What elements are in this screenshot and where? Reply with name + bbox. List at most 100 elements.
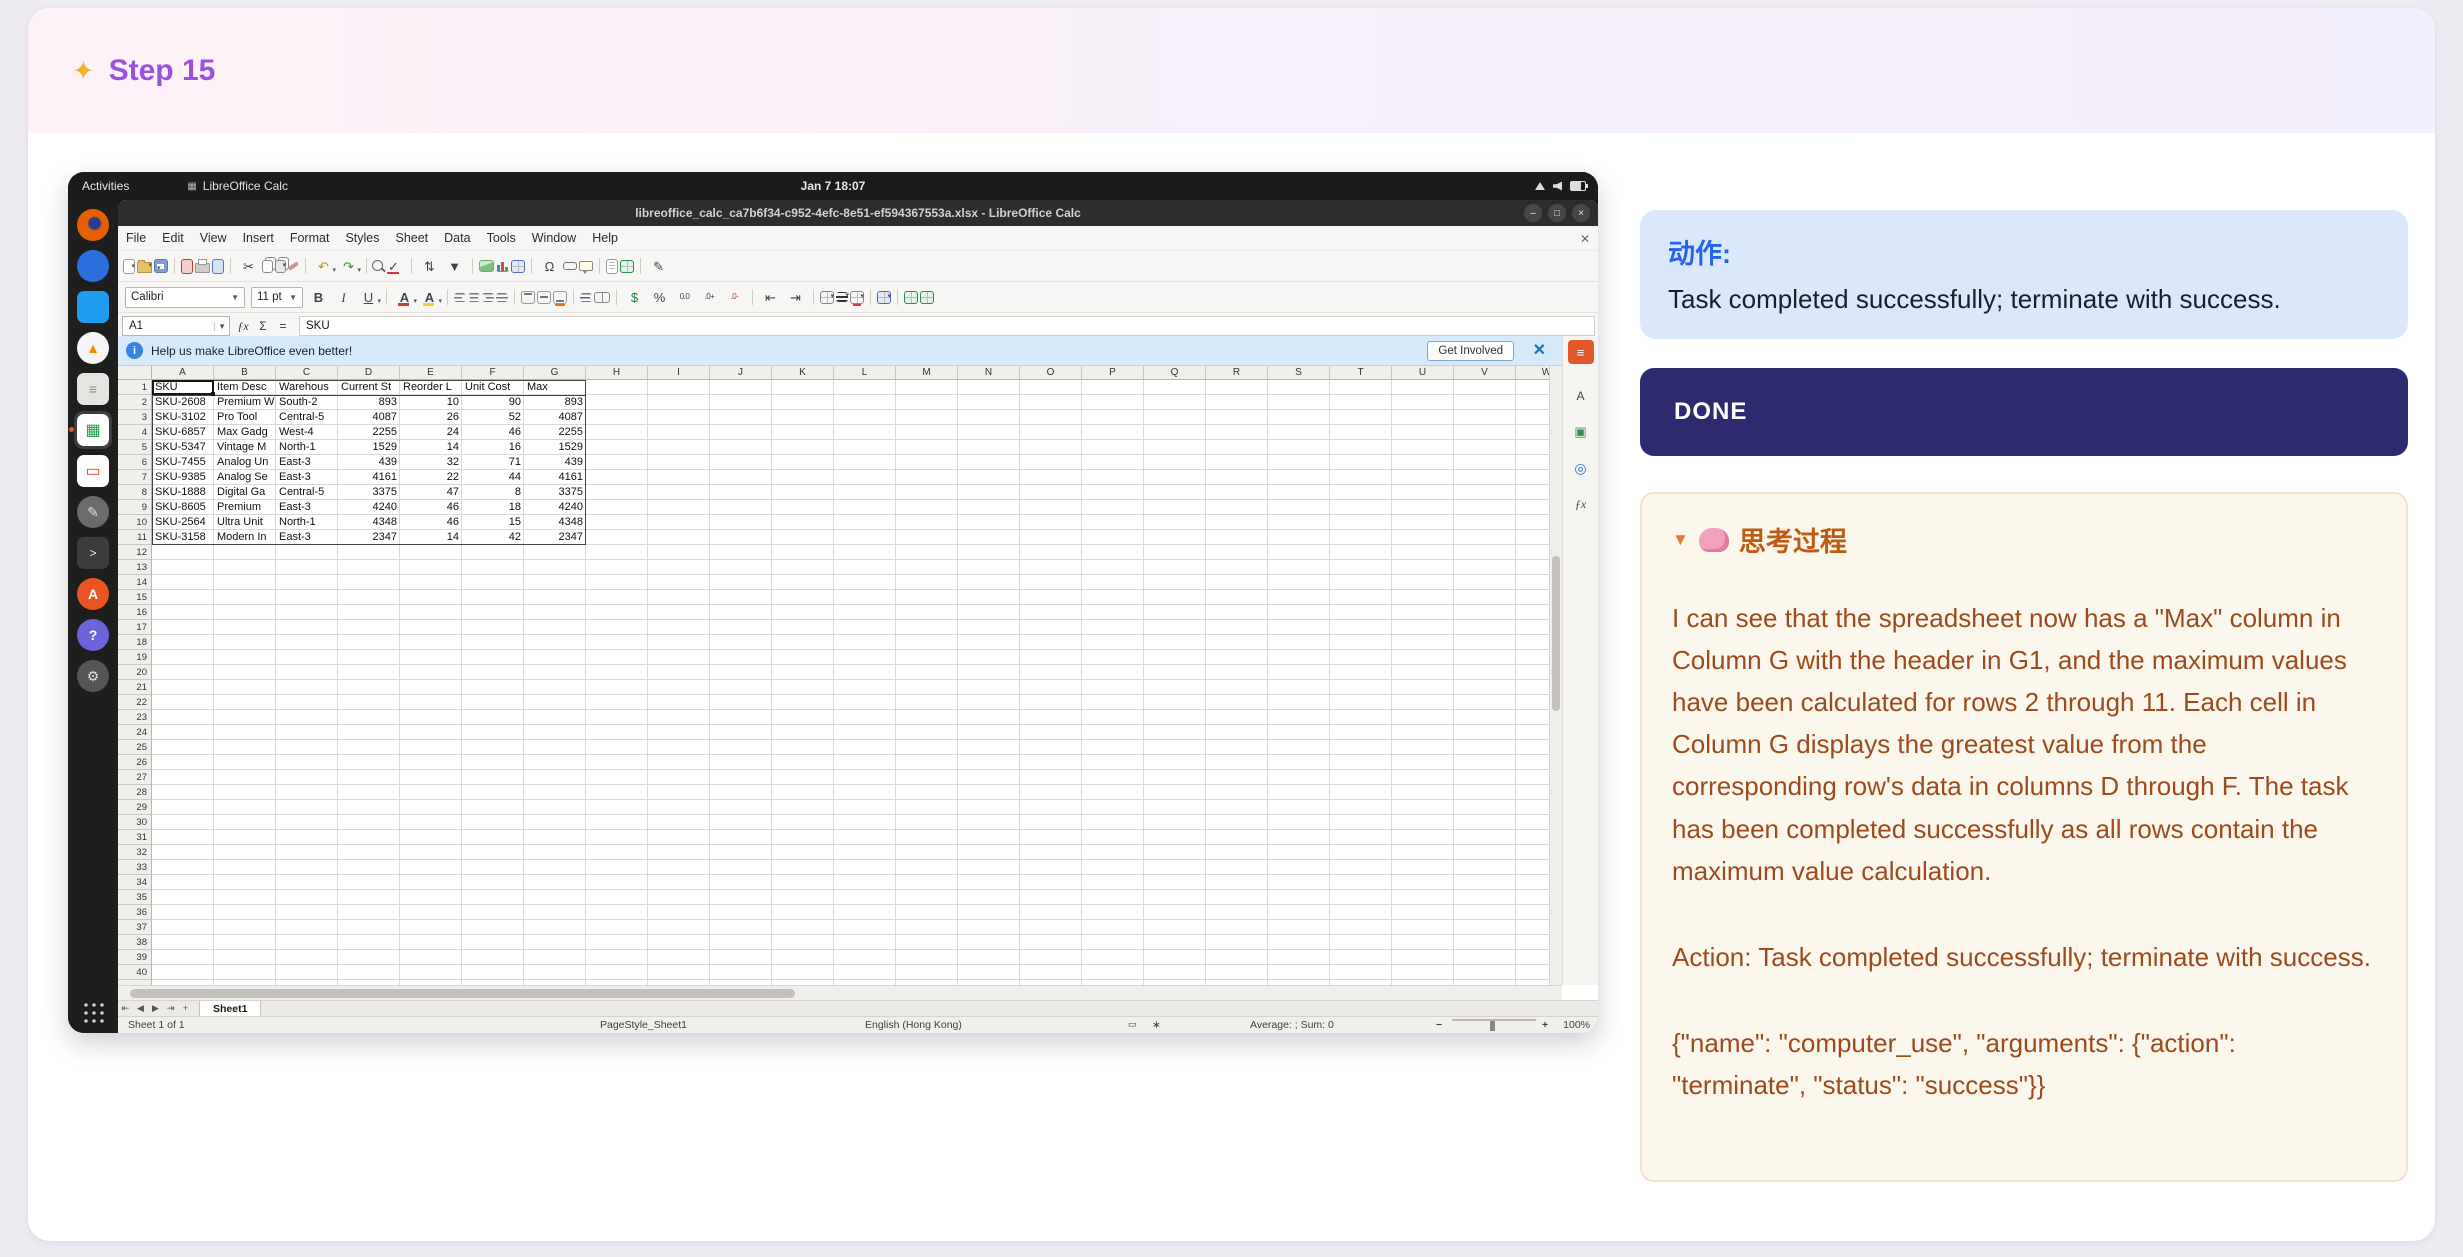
selection-mode-icon[interactable]: ▭: [1128, 1019, 1137, 1030]
wrap-text-icon[interactable]: [580, 293, 592, 302]
hyperlink-icon[interactable]: [563, 262, 577, 270]
vertical-scrollbar-thumb[interactable]: [1552, 556, 1560, 711]
column-header[interactable]: B: [214, 366, 276, 379]
column-header[interactable]: N: [958, 366, 1020, 379]
sheet-nav-icon[interactable]: ⇤: [118, 1003, 133, 1014]
row-header[interactable]: 21: [118, 680, 151, 695]
paste-icon[interactable]: [275, 260, 286, 273]
cell-unit-cost[interactable]: 18: [462, 500, 524, 515]
cell-reorder-level[interactable]: 24: [400, 425, 462, 440]
row-header[interactable]: 34: [118, 875, 151, 890]
settings-icon[interactable]: ⚙: [74, 657, 112, 695]
header-cell[interactable]: Reorder L: [400, 380, 462, 395]
cell-max[interactable]: 893: [524, 395, 586, 410]
vlc-icon[interactable]: ▲: [74, 329, 112, 367]
borders-icon[interactable]: [820, 291, 834, 304]
terminal-icon[interactable]: >: [74, 534, 112, 572]
row-header[interactable]: 36: [118, 905, 151, 920]
menu-item[interactable]: Insert: [235, 231, 282, 245]
cell-warehouse[interactable]: Central-5: [276, 410, 338, 425]
cell-reorder-level[interactable]: 10: [400, 395, 462, 410]
cell-warehouse[interactable]: North-1: [276, 440, 338, 455]
column-header[interactable]: M: [896, 366, 958, 379]
cell-item-description[interactable]: Max Gadg: [214, 425, 276, 440]
close-document-icon[interactable]: ✕: [1580, 232, 1590, 246]
row-header[interactable]: 31: [118, 830, 151, 845]
column-header[interactable]: Q: [1144, 366, 1206, 379]
horizontal-scrollbar-thumb[interactable]: [130, 989, 795, 998]
cell-warehouse[interactable]: East-3: [276, 455, 338, 470]
cell-unit-cost[interactable]: 44: [462, 470, 524, 485]
row-header[interactable]: 13: [118, 560, 151, 575]
cell-max[interactable]: 3375: [524, 485, 586, 500]
row-header[interactable]: 37: [118, 920, 151, 935]
gimp-icon[interactable]: ✎: [74, 493, 112, 531]
zoom-slider-thumb[interactable]: [1490, 1021, 1495, 1031]
row-header[interactable]: 27: [118, 770, 151, 785]
libreoffice-impress-icon[interactable]: ▭: [74, 452, 112, 490]
cell-current-stock[interactable]: 439: [338, 455, 400, 470]
column-header[interactable]: W: [1516, 366, 1549, 379]
cell-current-stock[interactable]: 3375: [338, 485, 400, 500]
header-cell[interactable]: Warehous: [276, 380, 338, 395]
cell-item-description[interactable]: Vintage M: [214, 440, 276, 455]
navigator-icon[interactable]: ◎: [1568, 456, 1594, 480]
topbar-clock[interactable]: Jan 7 18:07: [801, 179, 866, 193]
freeze-panes-icon[interactable]: [620, 260, 634, 273]
print-icon[interactable]: [195, 263, 210, 273]
row-header[interactable]: 11: [118, 530, 151, 545]
row-header[interactable]: 30: [118, 815, 151, 830]
formula-icon[interactable]: =: [273, 316, 293, 336]
column-header[interactable]: R: [1206, 366, 1268, 379]
row-header[interactable]: 16: [118, 605, 151, 620]
cell-warehouse[interactable]: Central-5: [276, 485, 338, 500]
header-cell[interactable]: Max: [524, 380, 586, 395]
formula-input[interactable]: SKU: [299, 316, 1595, 336]
cell-unit-cost[interactable]: 71: [462, 455, 524, 470]
sheet-nav-icon[interactable]: ◀: [133, 1003, 148, 1014]
row-header[interactable]: 18: [118, 635, 151, 650]
cell-unit-cost[interactable]: 46: [462, 425, 524, 440]
app-grid-icon[interactable]: [82, 1001, 104, 1023]
row-header[interactable]: 26: [118, 755, 151, 770]
window-titlebar[interactable]: libreoffice_calc_ca7b6f34-c952-4efc-8e51…: [118, 200, 1598, 226]
column-header[interactable]: V: [1454, 366, 1516, 379]
underline-icon[interactable]: U: [357, 286, 380, 308]
row-header[interactable]: 6: [118, 455, 151, 470]
get-involved-button[interactable]: Get Involved: [1427, 341, 1514, 361]
font-name-select[interactable]: Calibri▼: [125, 287, 245, 308]
cell-reorder-level[interactable]: 14: [400, 530, 462, 545]
cell-max[interactable]: 439: [524, 455, 586, 470]
row-header[interactable]: 5: [118, 440, 151, 455]
sheet-nav-icon[interactable]: ⇥: [163, 1003, 178, 1014]
maximize-button[interactable]: □: [1548, 204, 1566, 222]
save-icon[interactable]: [154, 259, 168, 273]
row-header[interactable]: 4: [118, 425, 151, 440]
cell-warehouse[interactable]: South-2: [276, 395, 338, 410]
cell-unit-cost[interactable]: 8: [462, 485, 524, 500]
menu-item[interactable]: Window: [524, 231, 584, 245]
align-right-icon[interactable]: [482, 293, 494, 302]
cell-reorder-level[interactable]: 14: [400, 440, 462, 455]
highlight-color-icon[interactable]: A: [418, 286, 441, 308]
open-icon[interactable]: [137, 262, 152, 273]
column-header[interactable]: C: [276, 366, 338, 379]
cell-warehouse[interactable]: East-3: [276, 530, 338, 545]
cell-warehouse[interactable]: East-3: [276, 470, 338, 485]
cell-max[interactable]: 4240: [524, 500, 586, 515]
row-header[interactable]: 28: [118, 785, 151, 800]
functions-icon[interactable]: ƒx: [1568, 492, 1594, 516]
column-header[interactable]: A: [152, 366, 214, 379]
zoom-out-button[interactable]: −: [1436, 1019, 1442, 1031]
bold-icon[interactable]: B: [307, 286, 330, 308]
cell-unit-cost[interactable]: 15: [462, 515, 524, 530]
cell-current-stock[interactable]: 893: [338, 395, 400, 410]
row-header[interactable]: 17: [118, 620, 151, 635]
sidebar-settings-icon[interactable]: ≡: [1568, 340, 1594, 364]
cell-sku[interactable]: SKU-7455: [152, 455, 214, 470]
sum-icon[interactable]: Σ: [253, 316, 273, 336]
cell-sku[interactable]: SKU-6857: [152, 425, 214, 440]
new-icon[interactable]: [123, 259, 135, 274]
cell-warehouse[interactable]: East-3: [276, 500, 338, 515]
row-header[interactable]: 19: [118, 650, 151, 665]
